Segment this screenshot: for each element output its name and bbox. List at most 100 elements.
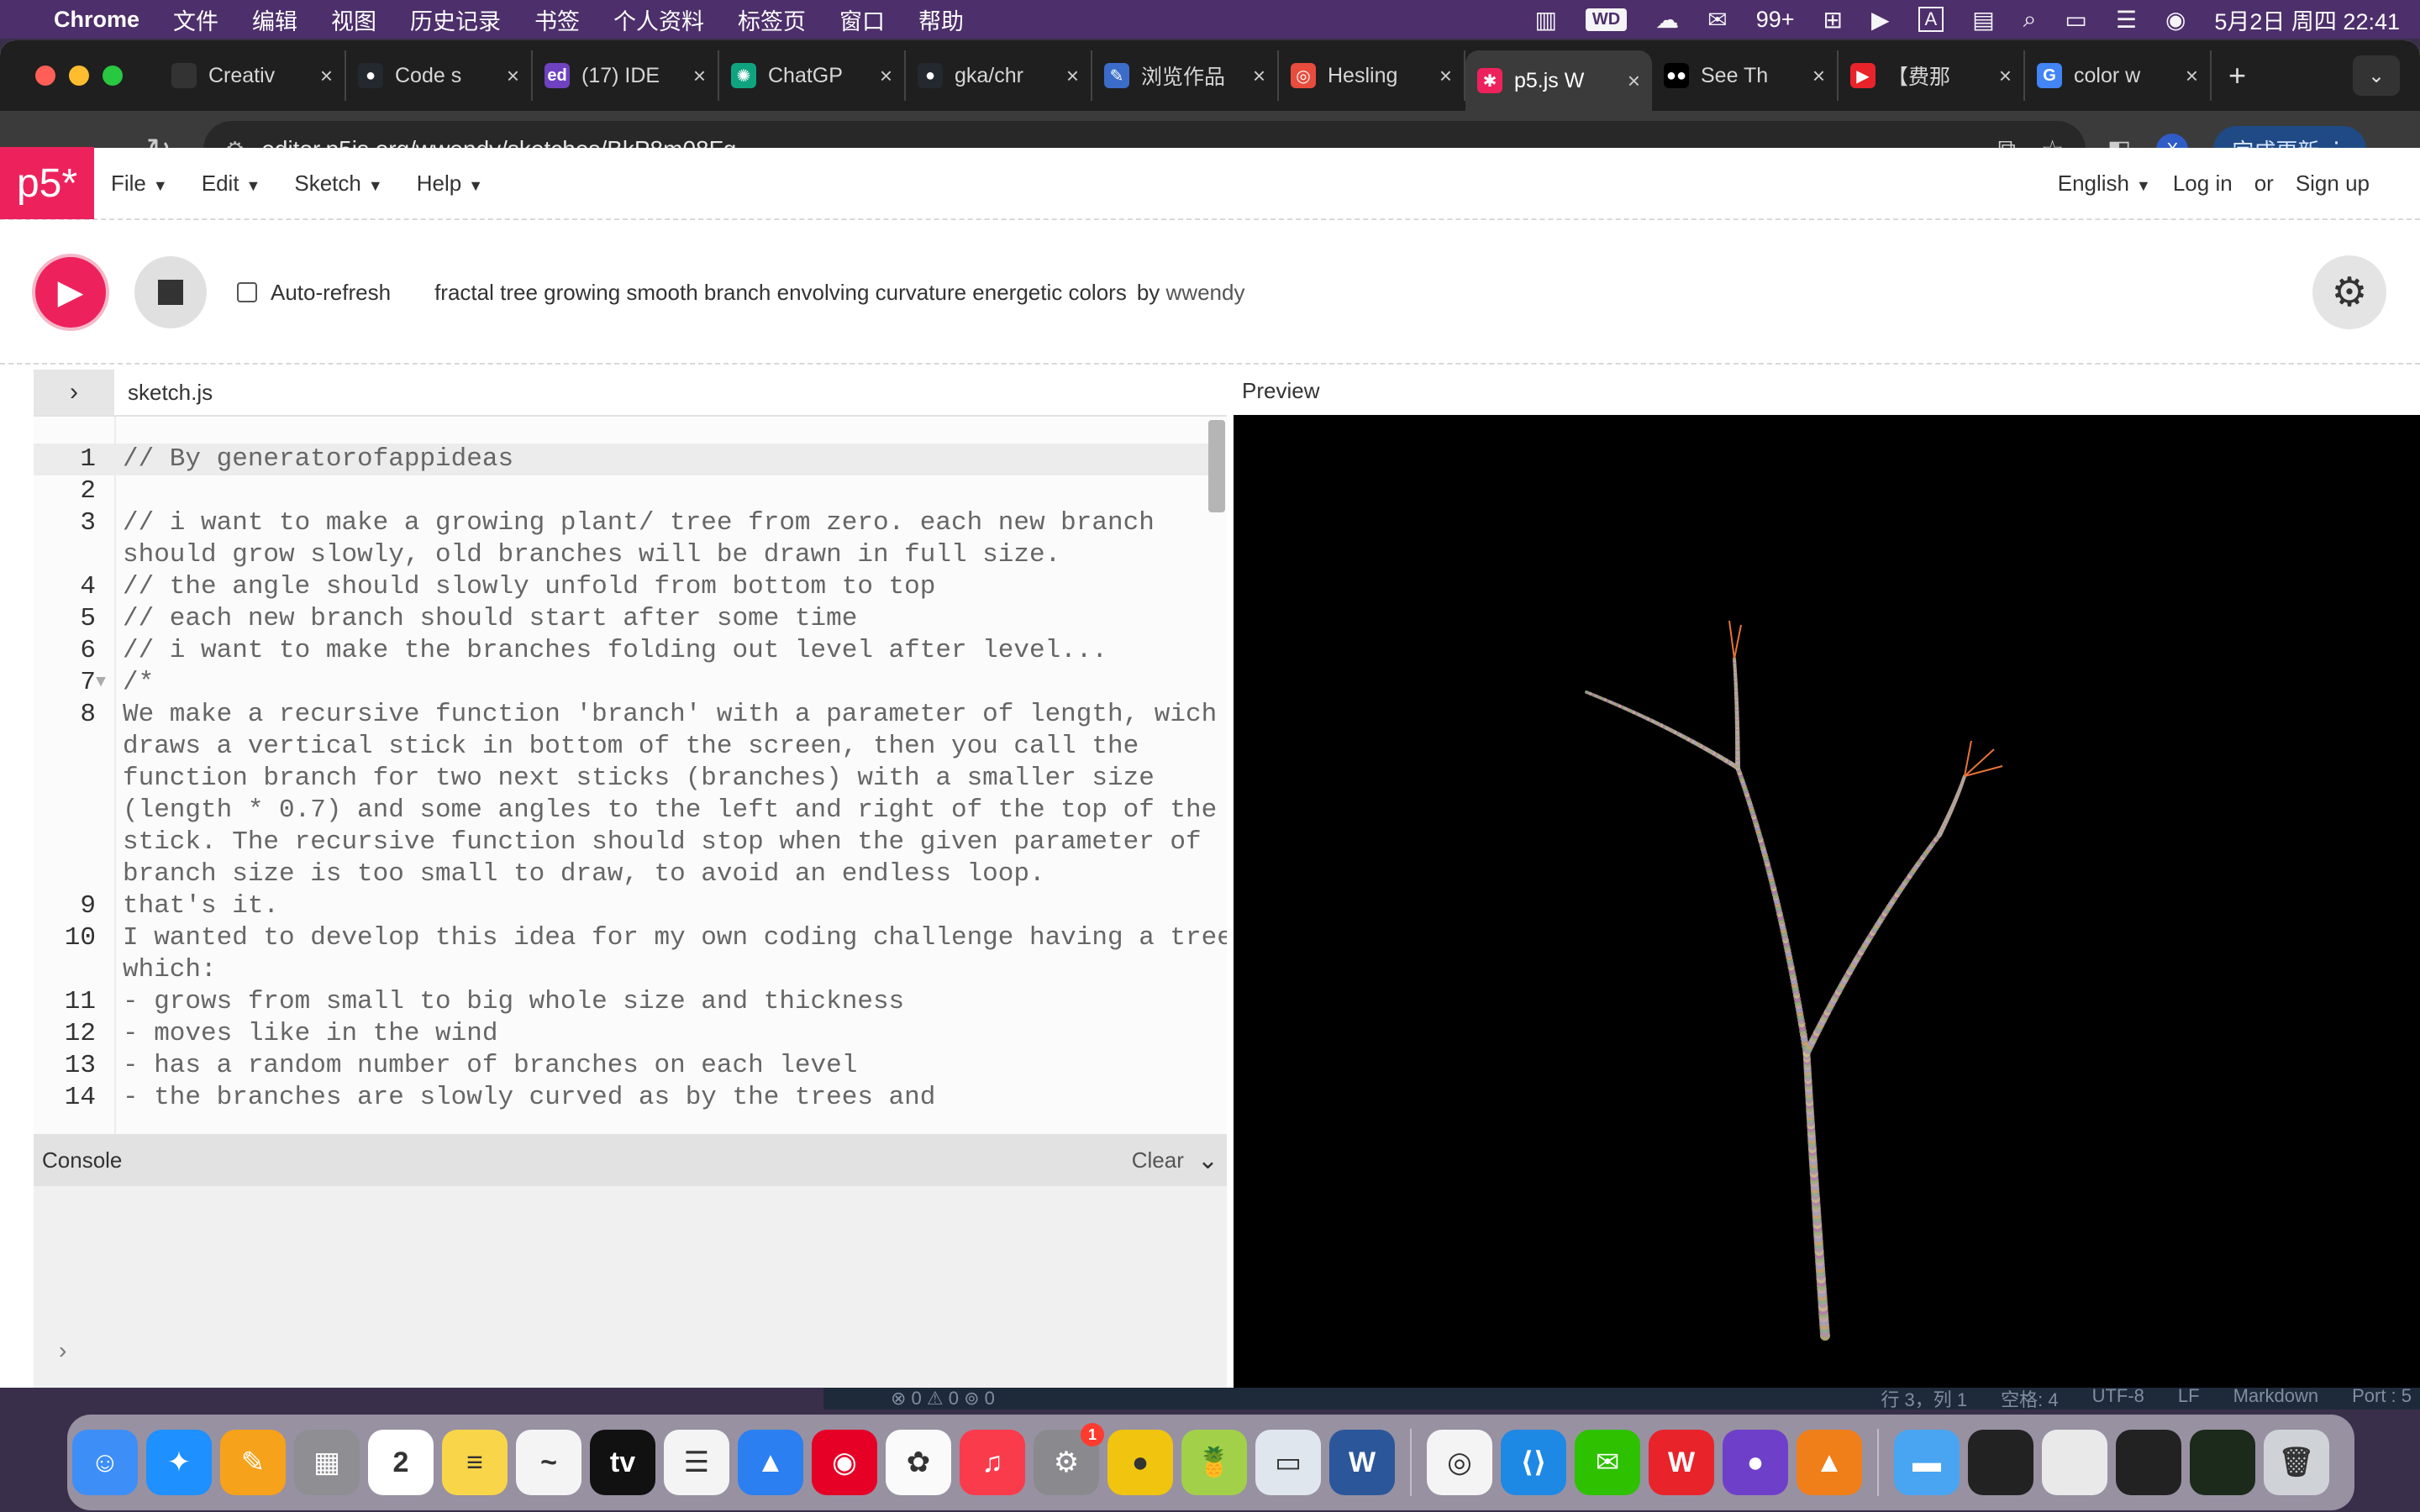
pages-icon[interactable]: ✎ [220, 1430, 286, 1495]
code-line[interactable]: 3 // i want to make a growing plant/ tree… [34, 507, 1210, 539]
fold-arrow-icon[interactable]: ▼ [96, 667, 116, 699]
code-line[interactable]: which: [34, 954, 1210, 986]
code-line[interactable]: 11 - grows from small to big whole size a… [34, 986, 1210, 1018]
menubar-item-4[interactable]: 书签 [534, 3, 580, 36]
console-prompt-icon[interactable]: › [59, 1337, 66, 1364]
tab-close-icon[interactable]: × [1628, 68, 1640, 94]
sketch-preview-canvas[interactable] [1234, 415, 2420, 1388]
auto-refresh-checkbox[interactable] [237, 282, 257, 302]
signup-link[interactable]: Sign up [2296, 171, 2370, 197]
tab-search-chevron-icon[interactable]: ⌄ [2353, 55, 2400, 96]
battery-icon[interactable]: ▭ [2065, 6, 2086, 34]
code-line[interactable]: branch size is too small to draw, to avo… [34, 858, 1210, 890]
menubar-item-1[interactable]: 编辑 [252, 3, 297, 36]
memory-icon[interactable]: ▤ [1972, 6, 1994, 34]
menubar-item-3[interactable]: 历史记录 [410, 3, 501, 36]
word-icon[interactable]: W [1329, 1430, 1395, 1495]
reminders-icon[interactable]: ☰ [664, 1430, 729, 1495]
trash-icon[interactable]: 🗑 [2264, 1430, 2329, 1495]
stop-button[interactable] [134, 256, 207, 328]
new-tab-button[interactable]: + [2228, 58, 2246, 93]
calendar-icon[interactable]: 2 [368, 1430, 434, 1495]
tab-close-icon[interactable]: × [693, 63, 706, 89]
code-line[interactable]: 9 that's it. [34, 890, 1210, 922]
menubar-app-name[interactable]: Chrome [54, 7, 139, 33]
editor-scrollbar[interactable] [1208, 420, 1225, 512]
play-button[interactable]: ▶ [32, 254, 109, 331]
cursor-position[interactable]: 行 3，列 1 [1881, 1385, 1967, 1412]
browser-tab[interactable]: ✱ p5.js W × [1465, 50, 1652, 111]
menubar-item-5[interactable]: 个人资料 [613, 3, 704, 36]
apple-tv-icon[interactable]: tv [590, 1430, 655, 1495]
menubar-item-6[interactable]: 标签页 [738, 3, 806, 36]
console-clear-button[interactable]: Clear [1132, 1147, 1184, 1173]
control-center-icon[interactable]: ☰ [2116, 6, 2137, 34]
tab-close-icon[interactable]: × [320, 63, 333, 89]
code-line[interactable]: 6 // i want to make the branches folding … [34, 635, 1210, 667]
code-line[interactable]: 2 [34, 475, 1210, 507]
p5-menu-file[interactable]: File ▼ [111, 171, 168, 197]
indent-spaces[interactable]: 空格: 4 [2001, 1385, 2058, 1412]
maximize-window-button[interactable] [103, 66, 123, 86]
browser-tab[interactable]: Gcolor w × [2025, 50, 2212, 101]
code-line[interactable]: 10 I wanted to develop this idea for my o… [34, 922, 1227, 954]
tab-close-icon[interactable]: × [1253, 63, 1265, 89]
code-line[interactable]: 14 - the branches are slowly curved as by… [34, 1082, 1210, 1114]
system-settings-icon[interactable]: ⚙ 1 [1034, 1423, 1104, 1495]
fruit-app-icon[interactable]: 🍍 [1181, 1430, 1247, 1495]
p5-menu-help[interactable]: Help ▼ [417, 171, 483, 197]
wps-icon[interactable]: W [1649, 1430, 1714, 1495]
keynote-icon[interactable]: ▲ [738, 1430, 803, 1495]
launchpad-icon[interactable]: ▦ [294, 1430, 360, 1495]
vscode-icon[interactable]: ⟨⟩ [1501, 1430, 1566, 1495]
folder-icon[interactable]: ▬ [1894, 1430, 1960, 1495]
language-mode[interactable]: Markdown [2233, 1385, 2318, 1412]
code-line[interactable]: 12 - moves like in the wind [34, 1018, 1210, 1050]
preview-app-icon[interactable]: ▭ [1255, 1430, 1321, 1495]
p5-logo[interactable]: p5* [0, 147, 94, 219]
author-link[interactable]: wwendy [1166, 280, 1245, 305]
collapse-chevron-icon[interactable]: ⌄ [1197, 1146, 1218, 1175]
wechat-icon[interactable]: ✉ [1575, 1430, 1640, 1495]
menubar-item-2[interactable]: 视图 [331, 3, 376, 36]
sketch-title[interactable]: fractal tree growing smooth branch envol… [434, 280, 1127, 306]
code-line[interactable]: should grow slowly, old branches will be… [34, 539, 1210, 571]
code-line[interactable]: 5 // each new branch should start after s… [34, 603, 1210, 635]
wd-drive-icon[interactable]: WD [1585, 8, 1628, 31]
input-method-icon[interactable]: A [1918, 7, 1944, 32]
file-encoding[interactable]: UTF-8 [2092, 1385, 2144, 1412]
matlab-icon[interactable]: ▲ [1797, 1430, 1862, 1495]
auto-refresh-toggle[interactable]: Auto-refresh [237, 280, 391, 306]
photos-icon[interactable]: ✿ [886, 1430, 951, 1495]
browser-tab[interactable]: ●● See Th × [1652, 50, 1839, 101]
minimize-window-button[interactable] [69, 66, 89, 86]
stripes-icon[interactable]: ▥ [1534, 6, 1556, 34]
chrome-icon[interactable]: ◎ [1427, 1430, 1492, 1495]
tab-close-icon[interactable]: × [1066, 63, 1079, 89]
creative-cloud-icon[interactable]: ☁ [1655, 6, 1679, 34]
tab-close-icon[interactable]: × [1812, 63, 1825, 89]
menubar-datetime[interactable]: 5月2日 周四 22:41 [2214, 3, 2400, 36]
tab-close-icon[interactable]: × [880, 63, 892, 89]
code-line[interactable]: 8 We make a recursive function 'branch' w… [34, 699, 1217, 731]
settings-button[interactable]: ⚙ [2312, 255, 2386, 329]
console-output[interactable]: › [34, 1186, 1227, 1388]
browser-tab[interactable]: Creativ × [160, 50, 346, 101]
safari-icon[interactable]: ✦ [146, 1430, 212, 1495]
language-dropdown[interactable]: English ▼ [2058, 171, 2151, 197]
wechat-icon[interactable]: ✉ [1707, 6, 1727, 34]
ball-app-icon[interactable]: ● [1107, 1430, 1173, 1495]
github-desktop-icon[interactable]: ● [1723, 1430, 1788, 1495]
code-line[interactable]: 4 // the angle should slowly unfold from … [34, 571, 1210, 603]
browser-tab[interactable]: ● gka/chr × [906, 50, 1092, 101]
browser-tab[interactable]: ed (17) IDE × [533, 50, 719, 101]
browser-tab[interactable]: ✺ ChatGP × [719, 50, 906, 101]
expand-sidebar-button[interactable]: › [34, 370, 114, 415]
code-line[interactable]: stick. The recursive function should sto… [34, 827, 1210, 858]
siri-icon[interactable]: ◉ [2165, 6, 2186, 34]
code-line[interactable]: function branch for two next sticks (bra… [34, 763, 1210, 795]
code-line[interactable]: 13 - has a random number of branches on e… [34, 1050, 1210, 1082]
freeform-icon[interactable]: ~ [516, 1430, 581, 1495]
close-window-button[interactable] [35, 66, 55, 86]
login-link[interactable]: Log in [2173, 171, 2233, 197]
